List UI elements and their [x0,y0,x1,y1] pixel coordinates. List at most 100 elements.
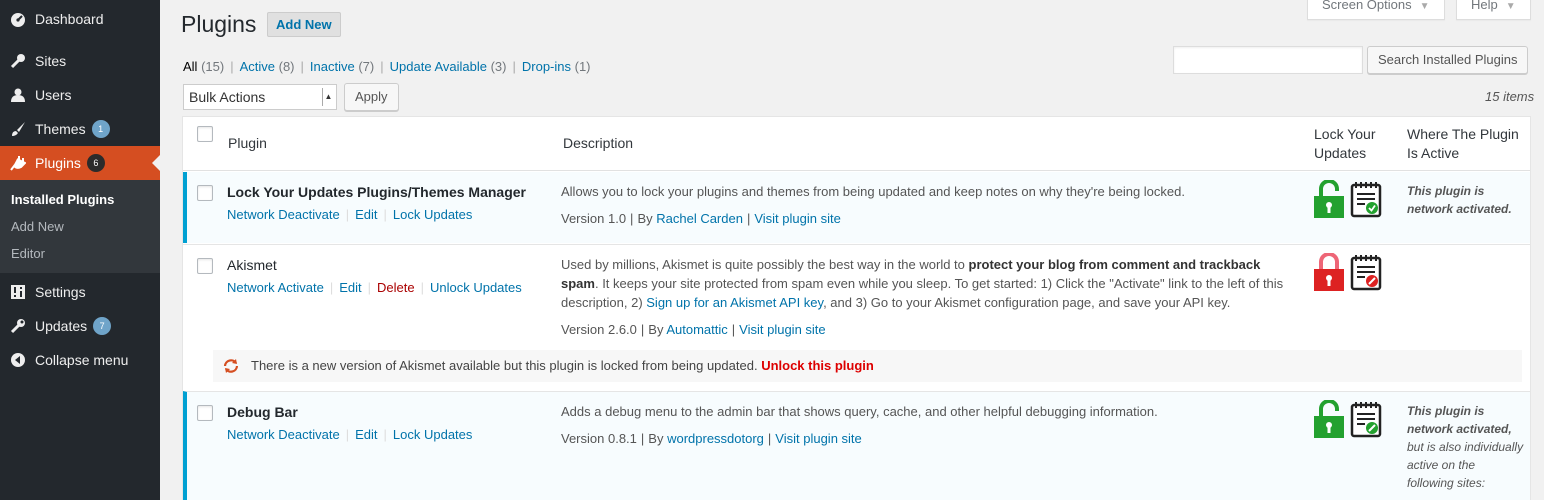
edit-link[interactable]: Edit [355,207,377,222]
sidebar-item-plugins[interactable]: Plugins 6 [0,146,160,180]
network-deactivate-link[interactable]: Network Deactivate [227,207,340,222]
plugin-description: Adds a debug menu to the admin bar that … [561,404,1158,419]
chevron-down-icon: ▼ [1419,1,1430,12]
bulk-actions-select[interactable]: Bulk Actions ▲ [183,84,337,110]
search-input[interactable] [1173,46,1363,74]
wrench-icon [8,316,28,336]
plugin-meta: Version 0.8.1 | By wordpressdotorg | Visit p… [561,431,862,446]
edit-link[interactable]: Edit [355,427,377,442]
row-checkbox[interactable] [197,185,213,201]
network-deactivate-link[interactable]: Network Deactivate [227,427,340,442]
author-link[interactable]: Automattic [666,322,727,337]
row-checkbox[interactable] [197,258,213,274]
sidebar-item-settings[interactable]: Settings [0,275,160,309]
collapse-icon [8,350,28,370]
plugin-meta: Version 2.6.0 | By Automattic | Visit plugin… [561,322,826,337]
row-checkbox[interactable] [197,405,213,421]
plugin-name: Debug Bar [227,404,298,420]
select-all-checkbox[interactable] [197,126,213,142]
sidebar-item-themes[interactable]: Themes 1 [0,112,160,146]
unlock-updates-link[interactable]: Unlock Updates [430,280,522,295]
column-header-plugin[interactable]: Plugin [228,134,267,153]
update-count-badge: 1 [91,120,110,138]
sidebar-item-updates[interactable]: Updates 7 [0,309,160,343]
akismet-signup-link[interactable]: Sign up for an Akismet API key [646,295,823,310]
plugin-row: Debug Bar Network Deactivate | Edit | Lock U… [183,391,1530,500]
notes-icon[interactable] [1350,255,1382,291]
sidebar-item-label: Collapse menu [35,352,129,368]
sidebar-item-label: Users [35,87,72,103]
unlocked-icon[interactable] [1313,180,1345,220]
plugin-row: Lock Your Updates Plugins/Themes Manager… [183,172,1530,243]
row-actions: Network Activate | Edit | Delete | Unlock Upda… [227,280,522,295]
screen-options-button[interactable]: Screen Options ▼ [1307,0,1445,20]
key-icon [8,51,28,71]
lock-updates-link[interactable]: Lock Updates [393,207,473,222]
user-icon [8,85,28,105]
sidebar-item-label: Sites [35,53,67,69]
row-actions: Network Deactivate | Edit | Lock Updates [227,207,473,222]
update-icon [223,359,239,373]
search-plugins-button[interactable]: Search Installed Plugins [1367,46,1529,74]
sidebar-item-label: Settings [35,284,86,300]
sidebar-item-label: Themes [35,121,86,137]
locked-icon[interactable] [1313,253,1345,293]
column-header-where-active: Where The Plugin Is Active [1407,126,1519,161]
column-header-lock-updates: Lock Your Updates [1314,126,1376,161]
plugin-meta: Version 1.0 | By Rachel Carden | Visit plugi… [561,211,841,226]
plugin-status-filters: All (15) | Active (8) | Inactive (7) | Update … [183,59,591,74]
author-link[interactable]: wordpressdotorg [667,431,764,446]
submenu-installed-plugins[interactable]: Installed Plugins [0,186,160,213]
brush-icon [8,119,28,139]
author-link[interactable]: Rachel Carden [656,211,743,226]
notes-icon[interactable] [1350,402,1382,438]
apply-button[interactable]: Apply [344,83,399,111]
chevron-down-icon: ▼ [1505,1,1516,12]
sidebar-item-users[interactable]: Users [0,78,160,112]
update-count-badge: 7 [93,317,112,335]
sidebar-item-sites[interactable]: Sites [0,44,160,78]
filter-inactive[interactable]: Inactive (7) [310,59,374,74]
filter-dropins[interactable]: Drop-ins (1) [522,59,591,74]
delete-link[interactable]: Delete [377,280,415,295]
update-locked-notice: There is a new version of Akismet availa… [213,350,1522,382]
notes-icon[interactable] [1350,182,1382,218]
lock-updates-link[interactable]: Lock Updates [393,427,473,442]
help-button[interactable]: Help ▼ [1456,0,1531,20]
filter-active[interactable]: Active (8) [240,59,295,74]
sidebar-item-label: Updates [35,318,88,334]
settings-icon [8,282,28,302]
unlock-plugin-link[interactable]: Unlock this plugin [761,358,874,373]
sidebar-item-label: Dashboard [35,11,104,27]
submenu-add-new[interactable]: Add New [0,213,160,240]
sidebar-item-label: Plugins [35,155,81,171]
plugin-description: Used by millions, Akismet is quite possi… [561,257,1284,310]
dashboard-icon [8,9,28,29]
column-header-description: Description [563,135,634,151]
network-status: This plugin is network activated, but is… [1407,404,1524,490]
edit-link[interactable]: Edit [339,280,361,295]
unlocked-icon[interactable] [1313,400,1345,440]
plugin-site-link[interactable]: Visit plugin site [739,322,825,337]
chevron-down-icon: ▲ [322,88,334,106]
network-status: This plugin is network activated. [1407,184,1512,216]
plugin-icon [8,153,28,173]
network-activate-link[interactable]: Network Activate [227,280,324,295]
plugins-table: Plugin Description Lock Your Updates Whe… [182,116,1531,500]
plugin-name: Akismet [227,257,277,273]
filter-update-available[interactable]: Update Available (3) [390,59,507,74]
main-content: Screen Options ▼ Help ▼ Plugins Add New Al… [160,0,1544,500]
sidebar-item-dashboard[interactable]: Dashboard [0,2,160,36]
plugin-description: Allows you to lock your plugins and them… [561,184,1185,199]
admin-sidebar: Dashboard Sites Users Themes 1 Plugins 6… [0,0,160,500]
sidebar-item-collapse[interactable]: Collapse menu [0,343,160,377]
filter-all[interactable]: All (15) [183,59,224,74]
plugin-name: Lock Your Updates Plugins/Themes Manager [227,184,526,200]
plugin-site-link[interactable]: Visit plugin site [754,211,840,226]
submenu-editor[interactable]: Editor [0,240,160,267]
plugin-site-link[interactable]: Visit plugin site [775,431,861,446]
row-actions: Network Deactivate | Edit | Lock Updates [227,427,473,442]
add-new-button[interactable]: Add New [267,12,341,37]
page-title: Plugins [181,11,257,37]
plugins-submenu: Installed Plugins Add New Editor [0,180,160,273]
